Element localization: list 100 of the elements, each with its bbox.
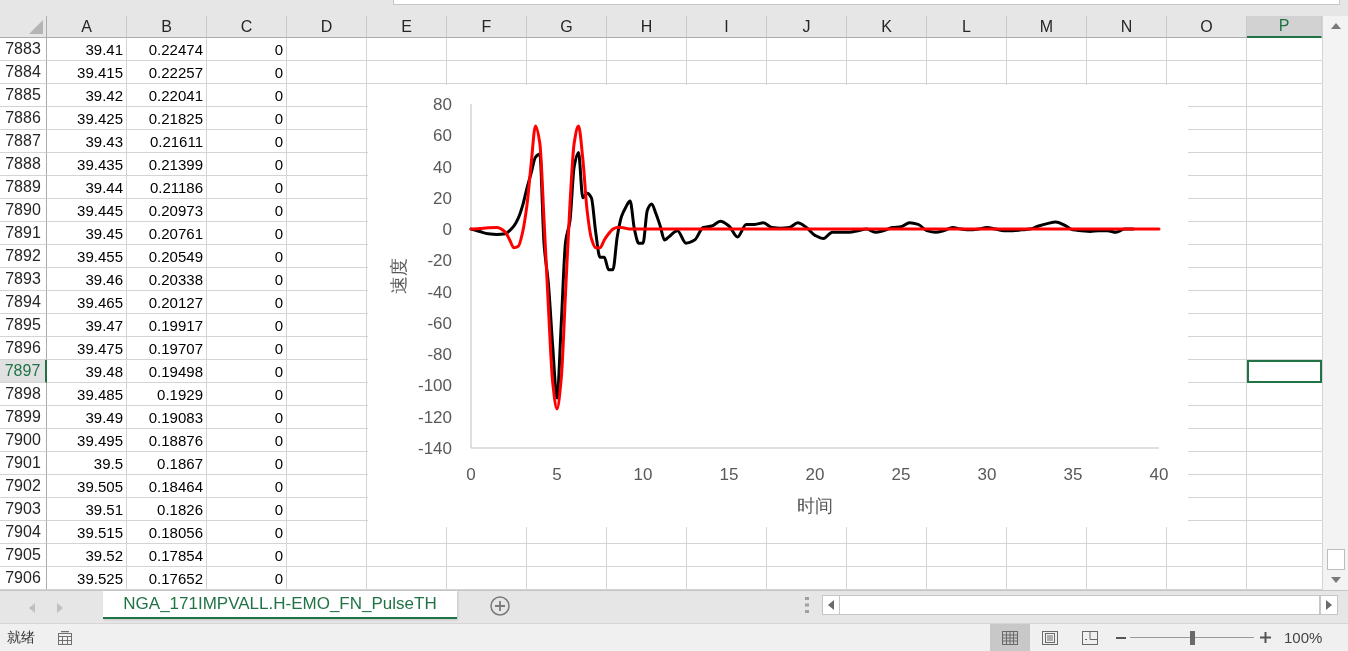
status-text: 就绪 — [7, 628, 35, 647]
zoom-slider-thumb[interactable] — [1190, 630, 1195, 645]
table-cell-text: 39.42 — [84, 85, 124, 106]
table-cell-text: 0.20761 — [147, 223, 204, 244]
column-header[interactable]: D — [287, 16, 367, 38]
column-header[interactable]: K — [847, 16, 927, 38]
column-header[interactable]: H — [607, 16, 687, 38]
table-cell-text: 39.5 — [92, 453, 124, 474]
sheet-grid-icon[interactable] — [58, 630, 72, 645]
table-cell-text: 0 — [273, 223, 284, 244]
table-cell-text: 39.47 — [84, 315, 124, 336]
y-tick-label: -80 — [427, 345, 452, 365]
table-cell-text: 0.22257 — [147, 62, 204, 83]
scrollbar-thumb[interactable] — [1326, 549, 1345, 570]
y-tick-label: 0 — [442, 220, 452, 240]
column-header[interactable]: E — [367, 16, 447, 38]
table-cell-text: 0 — [273, 384, 284, 405]
column-header[interactable]: N — [1087, 16, 1167, 38]
add-sheet-button[interactable] — [490, 596, 510, 616]
column-header[interactable]: G — [527, 16, 607, 38]
column-header[interactable]: C — [207, 16, 287, 38]
row-header[interactable]: 7897 — [0, 360, 47, 383]
table-cell-text: 0 — [273, 62, 284, 83]
x-tick-label: 5 — [552, 465, 562, 484]
table-cell-text: 0 — [273, 430, 284, 451]
table-cell-text: 0 — [273, 154, 284, 175]
column-header[interactable]: L — [927, 16, 1007, 38]
column-header[interactable]: F — [447, 16, 527, 38]
sheet-tab[interactable]: NGA_171IMPVALL.H-EMO_FN_PulseTH — [103, 591, 457, 619]
table-cell-text: 39.52 — [84, 545, 124, 566]
table-cell-text: 0 — [273, 568, 284, 589]
table-cell-text: 0 — [273, 246, 284, 267]
column-header[interactable]: A — [47, 16, 127, 38]
table-cell-text: 0 — [273, 361, 284, 382]
table-cell-text: 0 — [273, 499, 284, 520]
horizontal-scrollbar-thumb[interactable] — [840, 595, 1320, 615]
table-cell-text: 0.1929 — [156, 384, 204, 405]
y-tick-label: 80 — [433, 95, 452, 114]
table-cell-text: 0.21611 — [148, 131, 204, 152]
table-cell-text: 39.445 — [76, 200, 124, 221]
table-cell-text: 39.43 — [84, 131, 124, 152]
table-cell-text: 39.475 — [76, 338, 124, 359]
table-cell-text: 39.455 — [76, 246, 124, 267]
table-cell-text: 0.19498 — [147, 361, 204, 382]
y-tick-label: -120 — [417, 407, 452, 427]
table-cell-text: 39.48 — [84, 361, 124, 382]
table-cell-text: 0 — [273, 177, 284, 198]
table-cell-text: 0 — [273, 108, 284, 129]
table-cell-text: 0.19707 — [147, 338, 204, 359]
minus-icon — [1116, 636, 1126, 639]
view-button[interactable] — [990, 624, 1030, 651]
plus-circle-icon — [490, 596, 510, 616]
table-cell-text: 0 — [273, 545, 284, 566]
scroll-left-button[interactable] — [822, 595, 840, 615]
column-header[interactable]: J — [767, 16, 847, 38]
y-tick-label: -140 — [417, 439, 452, 458]
table-cell-text: 39.41 — [84, 39, 124, 60]
column-header[interactable]: O — [1167, 16, 1247, 38]
column-header[interactable]: M — [1007, 16, 1087, 38]
column-header[interactable]: B — [127, 16, 207, 38]
table-cell-text: 0 — [273, 131, 284, 152]
formula-bar-field[interactable] — [393, 0, 1340, 5]
table-cell-text: 0.19083 — [147, 407, 204, 428]
table-cell-text: 0.20338 — [147, 269, 204, 290]
y-tick-label: 60 — [433, 126, 452, 146]
column-header[interactable]: I — [687, 16, 767, 38]
table-cell-text: 0.18876 — [147, 430, 204, 451]
table-cell-text: 39.465 — [76, 292, 124, 313]
table-cell-text: 39.435 — [76, 154, 124, 175]
triangle-right-icon — [57, 603, 63, 613]
table-cell-text: 0.19917 — [147, 315, 204, 336]
x-tick-label: 15 — [719, 465, 739, 484]
y-tick-label: -20 — [427, 251, 452, 271]
triangle-left-icon — [29, 603, 35, 613]
table-cell-text: 0.21186 — [148, 177, 204, 198]
zoom-percentage[interactable]: 100% — [1284, 629, 1323, 646]
x-tick-label: 40 — [1149, 465, 1169, 484]
table-cell-text: 39.515 — [76, 522, 124, 543]
table-cell-text: 39.495 — [76, 430, 124, 451]
table-cell-text: 0.20973 — [147, 200, 204, 221]
table-cell-text: 0.20549 — [147, 246, 204, 267]
scroll-right-button[interactable] — [1320, 595, 1338, 615]
page-layout-icon — [1042, 630, 1058, 645]
table-cell-text: 39.525 — [76, 568, 124, 589]
x-tick-label: 30 — [977, 465, 997, 484]
table-cell-text: 0.1826 — [156, 499, 204, 520]
table-cell-text: 0 — [273, 292, 284, 313]
table-cell-text: 0.1867 — [156, 453, 204, 474]
table-cell-text: 39.425 — [76, 108, 124, 129]
x-tick-label: 35 — [1063, 465, 1083, 484]
y-axis-title: 速度 — [388, 258, 409, 294]
table-cell-text: 0.17652 — [147, 568, 204, 589]
table-cell-text: 0 — [273, 315, 284, 336]
table-cell-text: 39.51 — [84, 499, 124, 520]
selected-cell[interactable] — [1247, 360, 1322, 383]
y-tick-label: -40 — [427, 282, 452, 302]
column-header[interactable]: P — [1247, 16, 1322, 38]
triangle-right-icon — [1326, 600, 1332, 610]
splitter-handle-icon[interactable] — [805, 597, 809, 613]
table-cell-text: 0.18464 — [147, 476, 204, 497]
